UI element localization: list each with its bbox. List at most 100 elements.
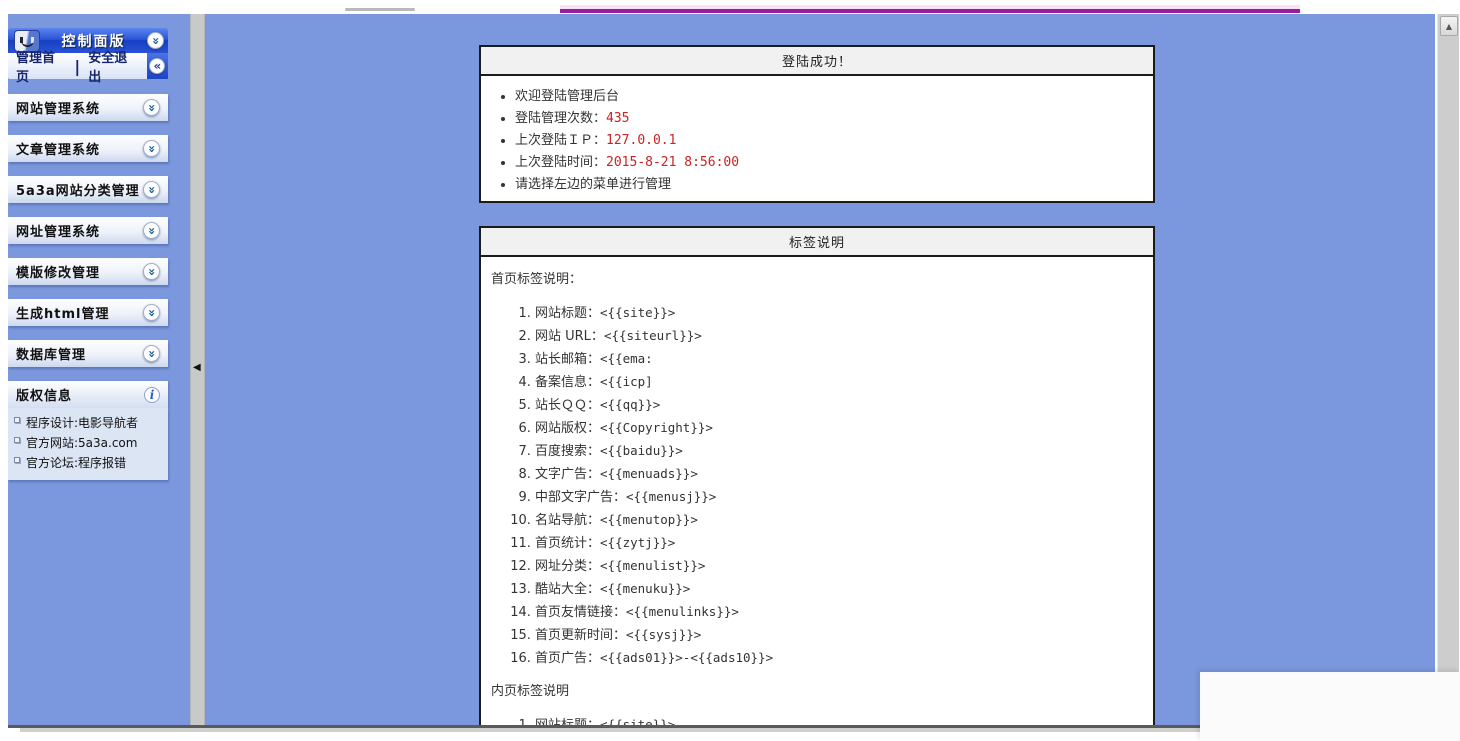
square-bullet-icon	[14, 457, 20, 463]
chevron-double-down-icon: »	[149, 37, 161, 45]
template-tag: <{{site}}>	[600, 717, 675, 725]
list-item: 请选择左边的菜单进行管理	[515, 174, 1143, 196]
overlay-blank-box	[1200, 672, 1460, 741]
chevron-double-down-icon: »	[145, 186, 157, 194]
list-item: 百度搜索：<{{baidu}}>	[535, 440, 1143, 463]
list-item: 网站标题：<{{site}}>	[535, 714, 1143, 725]
sidebar-item-url-management[interactable]: 网址管理系统 »	[8, 217, 168, 244]
chevron-double-down-icon: »	[145, 309, 157, 317]
expand-button[interactable]: »	[143, 222, 160, 239]
template-tag: <{{sysj}}>	[626, 627, 701, 642]
nav-collapse-area: «	[147, 53, 168, 79]
expand-button[interactable]: »	[143, 140, 160, 157]
arrow-up-icon: ▲	[1446, 22, 1452, 31]
list-item: 名站导航：<{{menutop}}>	[535, 509, 1143, 532]
template-tag: <{{baidu}}>	[600, 443, 683, 458]
expand-button[interactable]: »	[143, 99, 160, 116]
menu-label: 生成html管理	[16, 303, 143, 322]
list-item: 网站 URL：<{{siteurl}}>	[535, 325, 1143, 348]
panel-body: 首页标签说明： 网站标题：<{{site}}> 网站 URL：<{{siteur…	[481, 257, 1153, 725]
last-ip-value: 127.0.0.1	[606, 133, 676, 148]
list-item: 官方网站:5a3a.com	[14, 433, 162, 453]
list-item: 网站标题：<{{site}}>	[535, 302, 1143, 325]
vertical-scrollbar[interactable]: ▲	[1437, 14, 1459, 725]
copyright-text: 程序设计:电影导航者	[26, 413, 138, 433]
menu-label: 数据库管理	[16, 344, 143, 363]
login-count-value: 435	[606, 111, 629, 126]
list-item: 首页更新时间：<{{sysj}}>	[535, 624, 1143, 647]
list-item: 首页广告：<{{ads01}}>-<{{ads10}}>	[535, 647, 1143, 670]
sidebar-item-article-management[interactable]: 文章管理系统 »	[8, 135, 168, 162]
window-drag-handle	[345, 8, 415, 11]
template-tag: <{{ema:	[600, 351, 653, 366]
sidebar-resize-handle[interactable]: ◀	[190, 14, 205, 725]
list-item: 欢迎登陆管理后台	[515, 86, 1143, 108]
expand-button[interactable]: »	[143, 263, 160, 280]
login-success-panel: 登陆成功！ 欢迎登陆管理后台 登陆管理次数：435 上次登陆ＩＰ：127.0.0…	[479, 45, 1155, 203]
list-item: 上次登陆时间：2015-8-21 8:56:00	[515, 152, 1143, 174]
sidebar-item-html-generation[interactable]: 生成html管理 »	[8, 299, 168, 326]
sidebar-nav: 管理首页 | 安全退出 «	[8, 53, 168, 79]
info-icon[interactable]: i	[144, 387, 160, 403]
sidebar-item-database-management[interactable]: 数据库管理 »	[8, 340, 168, 367]
collapse-left-icon[interactable]: ◀	[193, 362, 201, 373]
chevron-double-down-icon: »	[145, 268, 157, 276]
list-item: 首页友情链接：<{{menulinks}}>	[535, 601, 1143, 624]
inner-tags-list: 网站标题：<{{site}}> 网站 URL：<{{siteurl}}>	[491, 714, 1143, 725]
sidebar-item-category-management[interactable]: 5a3a网站分类管理 »	[8, 176, 168, 203]
menu-label: 5a3a网站分类管理	[16, 180, 143, 199]
list-item: 站长ＱＱ：<{{qq}}>	[535, 394, 1143, 417]
menu-label: 网址管理系统	[16, 221, 143, 240]
list-item: 备案信息：<{{icp]	[535, 371, 1143, 394]
list-item: 登陆管理次数：435	[515, 108, 1143, 130]
template-tag: <{{menuads}}>	[600, 466, 698, 481]
sidebar-item-site-management[interactable]: 网站管理系统 »	[8, 94, 168, 121]
chevron-double-left-icon: «	[153, 60, 161, 72]
list-item: 官方论坛:程序报错	[14, 453, 162, 473]
list-item: 网址分类：<{{menulist}}>	[535, 555, 1143, 578]
list-item: 酷站大全：<{{menuku}}>	[535, 578, 1143, 601]
chevron-double-down-icon: »	[145, 350, 157, 358]
list-item: 文字广告：<{{menuads}}>	[535, 463, 1143, 486]
template-tag: <{{menuku}}>	[600, 581, 690, 596]
home-tags-section-title: 首页标签说明：	[491, 270, 1143, 290]
home-tags-list: 网站标题：<{{site}}> 网站 URL：<{{siteurl}}> 站长邮…	[491, 302, 1143, 670]
inner-tags-section-title: 内页标签说明	[491, 682, 1143, 702]
workspace: 控制面版 » 管理首页 | 安全退出 « 网站管理系统 » 文章管理系统 » 5…	[8, 14, 1435, 725]
panel-title: 标签说明	[481, 228, 1153, 257]
expand-button[interactable]: »	[143, 181, 160, 198]
sidebar-hide-button[interactable]: «	[149, 58, 165, 74]
sidebar-item-template-management[interactable]: 模版修改管理 »	[8, 258, 168, 285]
panel-title: 登陆成功！	[481, 47, 1153, 76]
admin-page: 控制面版 » 管理首页 | 安全退出 « 网站管理系统 » 文章管理系统 » 5…	[0, 0, 1460, 741]
expand-button[interactable]: »	[143, 345, 160, 362]
copyright-body: 程序设计:电影导航者 官方网站:5a3a.com 官方论坛:程序报错	[8, 408, 168, 480]
menu-label: 网站管理系统	[16, 98, 143, 117]
template-tag: <{{zytj}}>	[600, 535, 675, 550]
list-item: 首页统计：<{{zytj}}>	[535, 532, 1143, 555]
chevron-double-down-icon: »	[145, 227, 157, 235]
scroll-up-button[interactable]: ▲	[1440, 16, 1458, 36]
expand-button[interactable]: »	[143, 304, 160, 321]
chevron-double-down-icon: »	[145, 104, 157, 112]
template-tag: <{{qq}}>	[600, 397, 660, 412]
square-bullet-icon	[14, 417, 20, 423]
template-tag: <{{Copyright}}>	[600, 420, 713, 435]
list-item: 站长邮箱：<{{ema:	[535, 348, 1143, 371]
nav-logout-link[interactable]: 安全退出	[80, 47, 146, 85]
last-time-value: 2015-8-21 8:56:00	[606, 155, 739, 170]
copyright-text: 官方网站:5a3a.com	[26, 433, 137, 453]
template-tag: <{{siteurl}}>	[604, 328, 702, 343]
chevron-double-down-icon: »	[145, 145, 157, 153]
template-tag: <{{menulist}}>	[600, 558, 705, 573]
template-tag: <{{menulinks}}>	[626, 604, 739, 619]
copyright-title: 版权信息	[16, 385, 144, 404]
nav-admin-home-link[interactable]: 管理首页	[8, 47, 74, 85]
list-item: 程序设计:电影导航者	[14, 413, 162, 433]
template-tag: <{{site}}>	[600, 305, 675, 320]
tag-description-panel: 标签说明 首页标签说明： 网站标题：<{{site}}> 网站 URL：<{{s…	[479, 226, 1155, 725]
template-tag: <{{icp]	[600, 374, 653, 389]
sidebar-collapse-all-button[interactable]: »	[147, 32, 164, 49]
decorative-purple-bar	[560, 9, 1300, 13]
panel-body: 欢迎登陆管理后台 登陆管理次数：435 上次登陆ＩＰ：127.0.0.1 上次登…	[481, 76, 1153, 198]
